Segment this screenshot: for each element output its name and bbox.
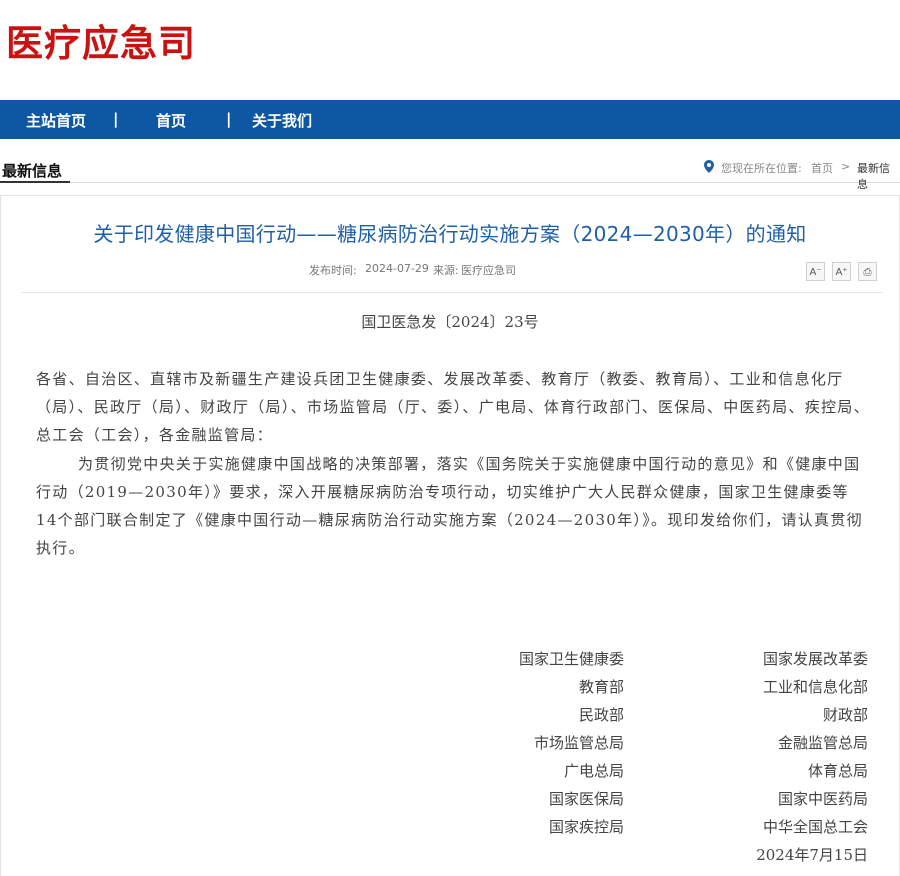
signatory: 教育部 xyxy=(578,678,624,696)
breadcrumb-current: 最新信息 xyxy=(857,162,890,191)
signatory: 金融监管总局 xyxy=(777,734,868,752)
signatory: 国家疾控局 xyxy=(548,818,624,836)
nav-separator: | xyxy=(226,110,232,128)
body-paragraph: 为贯彻党中央关于实施健康中国战略的决策部署，落实《国务院关于实施健康中国行动的意… xyxy=(36,455,863,557)
main-nav: 主站首页 | 首页 | 关于我们 xyxy=(0,100,900,139)
signatory: 国家中医药局 xyxy=(777,790,868,808)
signatory: 国家卫生健康委 xyxy=(518,650,624,668)
breadcrumb-separator: > xyxy=(841,160,851,173)
signatory: 工业和信息化部 xyxy=(762,678,868,696)
sign-date: 2024年7月15日 xyxy=(756,846,868,864)
source: 医疗应急司 xyxy=(461,264,516,277)
nav-item-about-us[interactable]: 关于我们 xyxy=(252,110,312,131)
print-icon[interactable]: ⎙ xyxy=(858,262,877,281)
breadcrumb-prefix: 您现在所在位置: xyxy=(721,162,802,175)
article-title: 关于印发健康中国行动——糖尿病防治行动实施方案（2024—2030年）的通知 xyxy=(93,222,807,246)
nav-separator: | xyxy=(113,110,119,128)
signatory: 市场监管总局 xyxy=(533,734,624,752)
addressee-paragraph: 各省、自治区、直辖市及新疆生产建设兵团卫生健康委、发展改革委、教育厅（教委、教育… xyxy=(36,370,870,444)
font-increase-icon[interactable]: A⁺ xyxy=(832,262,851,281)
signatory: 国家发展改革委 xyxy=(762,650,868,668)
signatory: 国家医保局 xyxy=(548,790,624,808)
nav-item-main-site-home[interactable]: 主站首页 xyxy=(26,110,86,131)
source-label: 来源: xyxy=(433,264,459,277)
section-title: 最新信息 xyxy=(2,162,63,180)
publish-date: 2024-07-29 xyxy=(365,262,429,275)
nav-item-home[interactable]: 首页 xyxy=(156,110,186,131)
document-number: 国卫医急发〔2024〕23号 xyxy=(361,313,539,331)
publish-date-label: 发布时间: xyxy=(309,264,357,277)
font-decrease-icon[interactable]: A⁻ xyxy=(806,262,825,281)
signatory: 财政部 xyxy=(822,706,868,724)
meta-divider xyxy=(22,292,882,293)
site-logo[interactable]: 医疗应急司 xyxy=(6,20,196,68)
section-header: 最新信息 您现在所在位置: 首页 > 最新信息 xyxy=(0,154,900,191)
breadcrumb-home[interactable]: 首页 xyxy=(811,160,833,176)
location-pin-icon xyxy=(704,160,714,173)
signatory: 体育总局 xyxy=(807,762,868,780)
signatory: 广电总局 xyxy=(563,762,624,780)
signatory: 民政部 xyxy=(578,706,624,724)
signatory: 中华全国总工会 xyxy=(762,818,868,836)
section-title-underline xyxy=(0,181,70,183)
